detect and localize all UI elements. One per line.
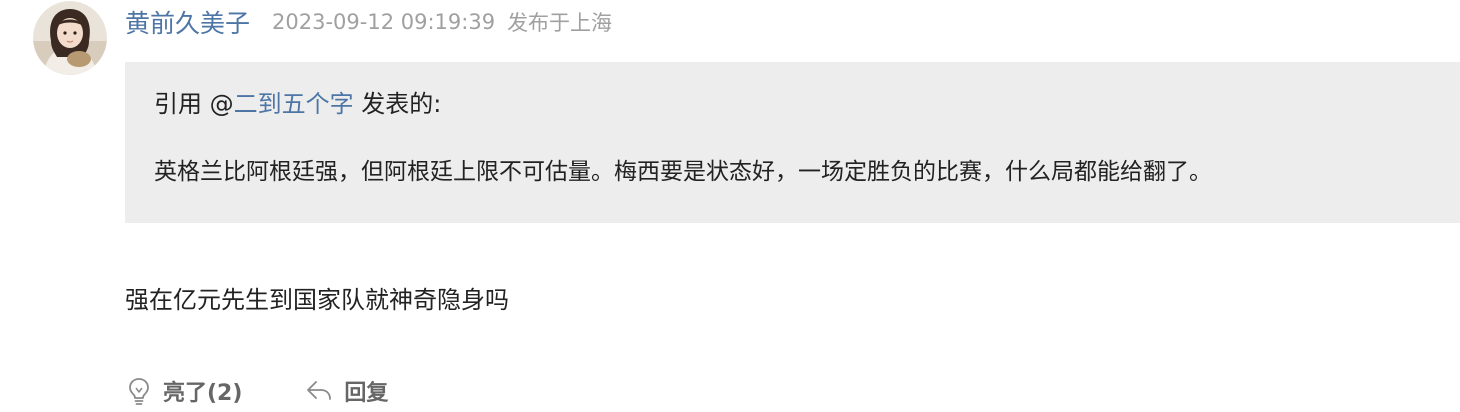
quote-header: 引用 @二到五个字 发表的: (154, 84, 441, 119)
user-avatar-photo (33, 1, 107, 75)
like-button[interactable]: 亮了(2) (126, 375, 242, 407)
reply-label: 回复 (344, 381, 389, 406)
quote-suffix: 发表的: (353, 90, 442, 118)
comment-header: 黄前久美子 2023-09-12 09:19:39 发布于上海 (125, 2, 612, 42)
quoted-user-link[interactable]: 二到五个字 (234, 90, 354, 118)
reply-button[interactable]: 回复 (305, 375, 388, 407)
author-name[interactable]: 黄前久美子 (125, 4, 250, 40)
comment-text: 强在亿元先生到国家队就神奇隐身吗 (125, 286, 509, 314)
reply-arrow-icon (307, 381, 332, 400)
comment-actions: 亮了(2) 回复 (126, 372, 388, 410)
post-timestamp: 2023-09-12 09:19:39 (272, 10, 496, 34)
lightbulb-icon (129, 378, 149, 405)
quoted-comment: 引用 @二到五个字 发表的: 英格兰比阿根廷强，但阿根廷上限不可估量。梅西要是状… (125, 62, 1460, 223)
like-label: 亮了(2) (163, 381, 243, 406)
post-location: 发布于上海 (507, 11, 613, 35)
quote-prefix: 引用 @ (154, 90, 234, 118)
avatar[interactable] (33, 1, 107, 75)
quoted-text: 英格兰比阿根廷强，但阿根廷上限不可估量。梅西要是状态好，一场定胜负的比赛，什么局… (154, 159, 1212, 185)
